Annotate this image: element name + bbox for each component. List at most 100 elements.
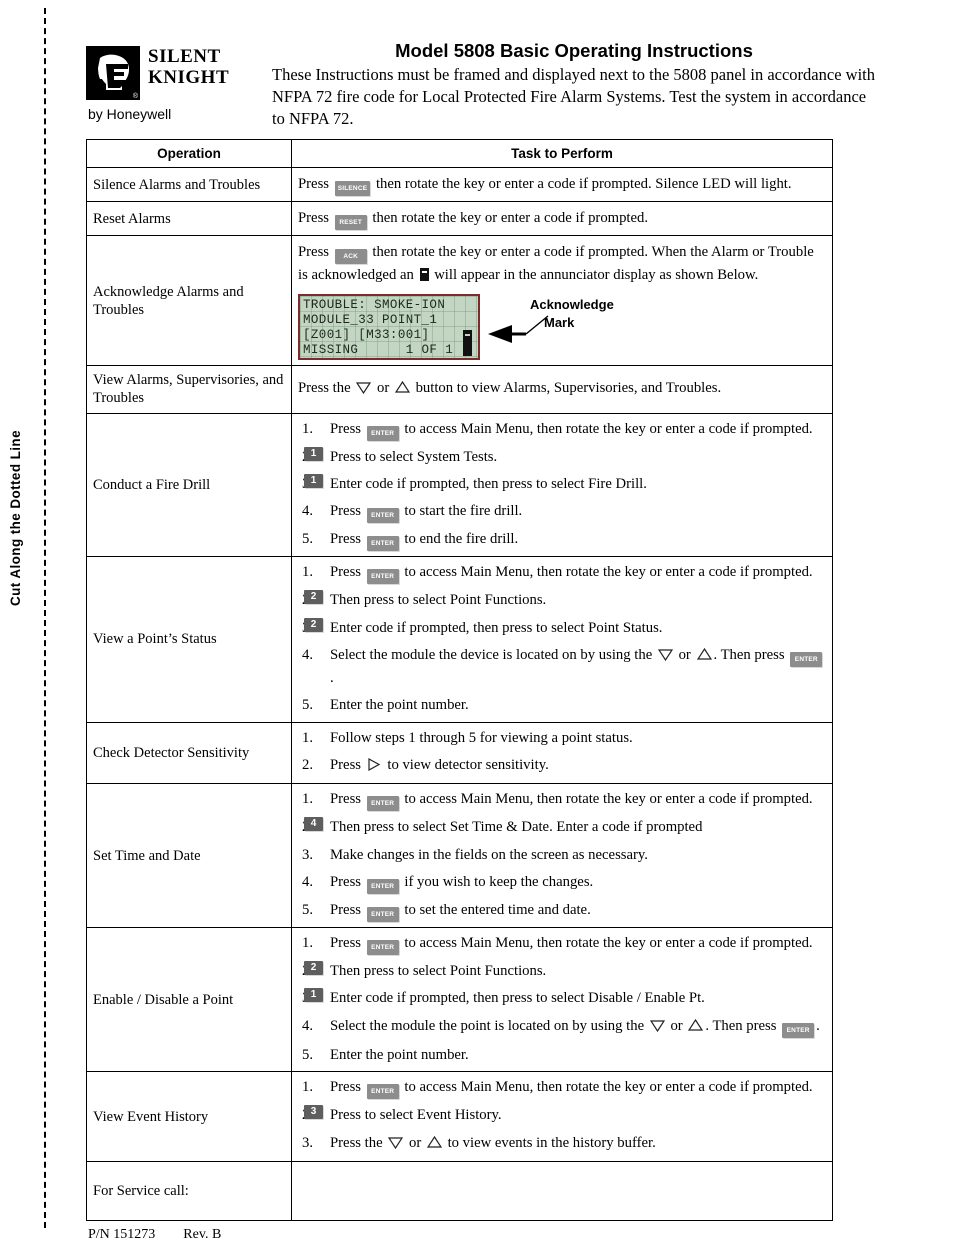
task-step: 5. Press ENTER to set the entered time an… [298,900,826,923]
step-number: 3. [302,1134,314,1151]
task-description: Press ACK then rotate the key or enter a… [291,235,833,367]
step-number: 1. [302,791,314,808]
step-number: 5. [302,1046,314,1063]
panel-key-enter: ENTER [366,907,399,923]
arrow-down-icon [657,647,674,668]
task-step: 1. Press ENTER to access Main Menu, then … [298,933,826,956]
panel-key-2: 2 [304,961,323,976]
operation-label: Set Time and Date [86,783,292,929]
panel-key-enter: ENTER [366,796,399,812]
table-row: View Event History 1. Press ENTER to acces… [86,1071,833,1162]
task-description: 1. Press ENTER to access Main Menu, then … [291,412,833,558]
brand-wordmark: SILENT KNIGHT [148,46,229,89]
panel-key-enter: ENTER [782,1022,815,1038]
operation-label: Check Detector Sensitivity [86,721,292,785]
table-row: Silence Alarms and Troubles Press SILENCE… [86,167,833,203]
operation-label: View a Point’s Status [86,556,292,723]
acknowledge-mark-icon [463,330,472,357]
column-header-task: Task to Perform [291,139,833,169]
task-step: 3. Make changes in the fields on the scre… [298,845,826,866]
knight-helmet-icon: ® [86,46,140,100]
lcd-line-1: TROUBLE: SMOKE-ION [303,298,446,313]
task-step: 4. Press ENTER to start the fire drill. [298,501,826,524]
panel-key-1: 1 [304,446,323,461]
table-row: Reset Alarms Press RESET then rotate the … [86,201,833,237]
panel-key-enter: ENTER [366,879,399,895]
step-number: 4. [302,1017,314,1034]
task-step: 2. Press to view detector sensitivity. [298,755,826,778]
table-row: View a Point’s Status 1. Press ENTER to ac… [86,556,833,723]
panel-key-reset: RESET [334,215,367,231]
step-number: 1. [302,1079,314,1096]
step-number: 4. [302,646,314,663]
task-step: 1. Press ENTER to access Main Menu, then … [298,419,826,441]
header-text-block: Model 5808 Basic Operating Instructions … [266,40,876,129]
arrow-down-icon [356,379,372,401]
task-step: 4. Select the module the device is locate… [298,645,826,690]
arrow-down-icon [388,1135,404,1156]
panel-key-enter: ENTER [790,651,823,667]
operation-label: View Alarms, Supervisories, and Troubles [86,365,292,414]
table-row: View Alarms, Supervisories, and Troubles… [86,365,833,414]
operation-label: For Service call: [86,1160,292,1221]
task-step: 3. Press the or to view events in the his… [298,1133,826,1156]
panel-key-2: 2 [304,590,323,605]
arrow-down-icon [649,1018,665,1039]
step-number: 5. [302,531,314,548]
task-description: Press RESET then rotate the key or enter… [291,201,833,237]
panel-key-3: 3 [304,1105,323,1120]
task-step: 1. Press ENTER to access Main Menu, then … [298,1077,826,1100]
step-number: 4. [302,874,314,891]
panel-key-1: 1 [304,988,323,1003]
task-step: 4. Select the module the point is located… [298,1016,826,1039]
annunciator-example: TROUBLE: SMOKE-ION MODULE_33 POINT_1 [Z001… [298,294,826,361]
step-number: 1. [302,564,314,581]
panel-key-enter: ENTER [366,1084,399,1100]
revision: Rev. B [183,1226,222,1242]
step-number: 3. [302,846,314,863]
cut-dotted-line [44,8,46,1228]
task-description: 1. Press ENTER to access Main Menu, then … [291,556,833,723]
panel-key-2: 2 [304,617,323,632]
step-number: 1. [302,420,314,437]
task-description: Press SILENCE then rotate the key or ent… [291,167,833,203]
task-step: 2.Then press 2 to select Point Functions… [298,961,826,982]
operation-label: Silence Alarms and Troubles [86,167,292,203]
operation-label: Conduct a Fire Drill [86,412,292,558]
document-header: ® SILENT KNIGHT by Honeywell Model 5808 … [86,40,876,129]
panel-key-enter: ENTER [366,940,399,956]
step-number: 2. [302,757,314,774]
table-body: Silence Alarms and Troubles Press SILENCE… [86,167,833,1221]
acknowledge-mark-icon [419,268,429,282]
step-number: 1. [302,729,314,746]
operation-label: Acknowledge Alarms and Troubles [86,235,292,367]
panel-key-4: 4 [304,817,323,832]
task-text: Press RESET then rotate the key or enter… [298,207,826,231]
step-number: 4. [302,503,314,520]
operation-label: Enable / Disable a Point [86,927,292,1073]
panel-key-enter: ENTER [366,425,399,441]
arrow-up-icon [696,647,712,668]
step-number: 5. [302,697,314,714]
arrow-right-icon [367,757,382,778]
arrow-up-icon [426,1135,443,1156]
table-row: For Service call: [86,1160,833,1221]
part-number: P/N 151273 [88,1226,156,1242]
panel-key-ack: ACK [334,249,367,265]
panel-key-enter: ENTER [366,508,399,524]
operation-label: View Event History [86,1071,292,1162]
panel-key-silence: SILENCE [334,181,371,197]
panel-key-enter: ENTER [366,569,399,585]
task-step: 1. Press ENTER to access Main Menu, then … [298,789,826,812]
brand-block: ® SILENT KNIGHT by Honeywell [86,40,266,122]
panel-key-1: 1 [304,473,323,488]
task-step: 5. Press ENTER to end the fire drill. [298,529,826,552]
task-step: 4. Press ENTER if you wish to keep the ch… [298,872,826,895]
task-description: 1. Follow steps 1 through 5 for viewing a… [291,721,833,785]
lcd-line-4: MISSING 1 OF 1 [303,343,454,358]
task-description [291,1160,833,1221]
task-step: 3.Enter code if prompted, then press 1 t… [298,988,826,1009]
task-description: Press the or button to view Alarms, Supe… [291,365,833,414]
task-step: 3.Enter code if prompted, then press 1 t… [298,473,826,495]
page-content: ® SILENT KNIGHT by Honeywell Model 5808 … [86,40,876,1243]
